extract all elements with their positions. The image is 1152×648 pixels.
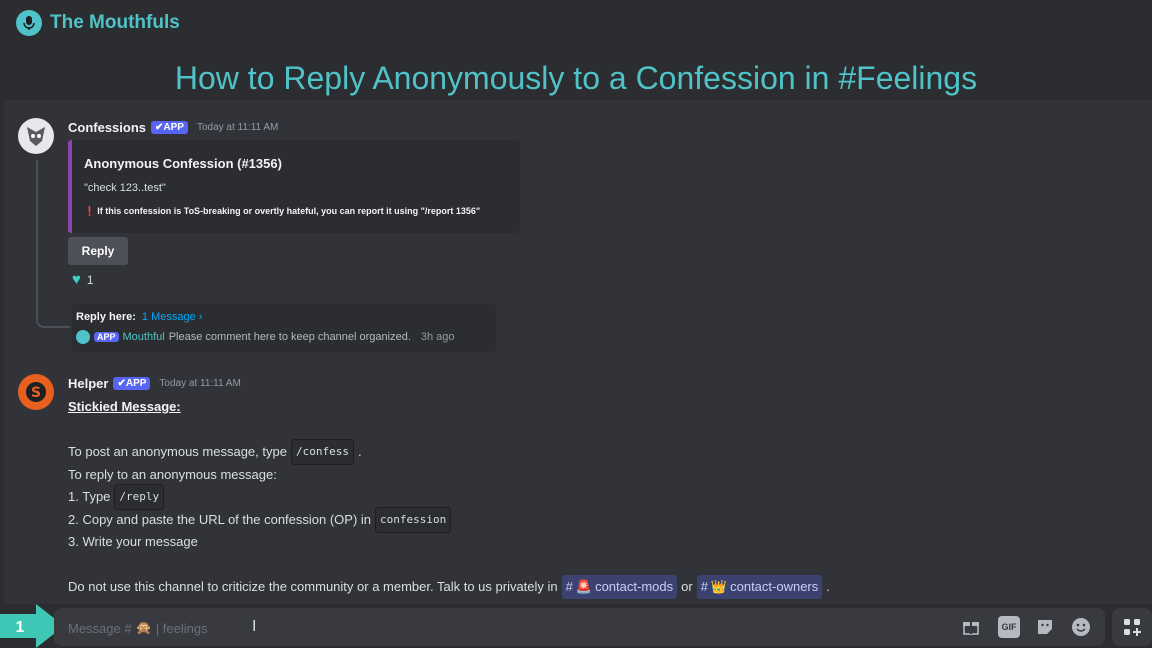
microphone-logo-icon xyxy=(16,10,42,36)
brand: The Mouthfuls xyxy=(16,10,180,36)
mouthful-avatar xyxy=(76,330,90,344)
text: Do not use this channel to criticize the… xyxy=(68,579,558,595)
apps-icon[interactable] xyxy=(1112,608,1152,646)
placeholder-text: Message # xyxy=(68,620,132,636)
thread-link[interactable]: 1 Message › xyxy=(142,311,203,323)
timestamp: Today at 11:11 AM xyxy=(159,378,241,389)
instruction-line: 2. Copy and paste the URL of the confess… xyxy=(68,506,830,533)
instruction-line: 1. Type/reply xyxy=(68,484,830,511)
instruction-line: To post an anonymous message, type/confe… xyxy=(68,439,830,466)
text: 1. Type xyxy=(68,489,111,505)
thread-preview[interactable]: Reply here: 1 Message › APP Mouthful Ple… xyxy=(72,304,496,352)
heart-icon: ♥ xyxy=(72,271,81,288)
text: or xyxy=(681,579,693,595)
instruction-line: 3. Write your message xyxy=(68,531,830,554)
heart-reaction[interactable]: ♥ 1 xyxy=(72,271,94,288)
instruction-line: To reply to an anonymous message: xyxy=(68,464,830,487)
message-input[interactable]: Message # 🙊 | feelings I GIF xyxy=(54,608,1105,646)
text: To post an anonymous message, type xyxy=(68,444,287,460)
siren-icon: 🚨 xyxy=(575,579,593,595)
text: 3. Write your message xyxy=(68,534,198,550)
sticker-icon[interactable] xyxy=(1034,616,1056,638)
step-number: 1 xyxy=(16,619,25,636)
gift-icon[interactable] xyxy=(960,616,982,638)
helper-header: Helper ✔APP Today at 11:11 AM xyxy=(68,376,241,391)
embed-text: "check 123..test" xyxy=(84,182,166,194)
exclamation-icon: ❗ xyxy=(84,206,96,216)
placeholder-channel: | feelings xyxy=(155,620,208,636)
confessions-avatar[interactable] xyxy=(18,118,54,154)
chat-area: Confessions ✔APP Today at 11:11 AM Anony… xyxy=(4,100,1152,604)
brand-name: The Mouthfuls xyxy=(50,12,180,33)
gif-icon[interactable]: GIF xyxy=(998,616,1020,638)
text: . xyxy=(357,444,362,460)
channel-name: contact-mods xyxy=(595,579,674,595)
warning-text: If this confession is ToS-breaking or ov… xyxy=(97,206,481,216)
input-placeholder: Message # 🙊 | feelings xyxy=(68,620,208,636)
text: To reply to an anonymous message: xyxy=(68,466,277,482)
crown-icon: 👑 xyxy=(710,579,728,595)
embed-warning: ❗ If this confession is ToS-breaking or o… xyxy=(84,206,480,217)
emoji-icon[interactable] xyxy=(1070,616,1092,638)
thread-author[interactable]: Mouthful xyxy=(123,331,165,343)
helper-body: Stickied Message: To post an anonymous m… xyxy=(68,396,830,600)
command-code: confession xyxy=(375,506,452,533)
command-code: /confess xyxy=(290,439,354,466)
monkey-icon: 🙊 xyxy=(135,620,152,635)
text: . xyxy=(826,579,830,595)
text: 2. Copy and paste the URL of the confess… xyxy=(68,511,372,527)
app-badge: ✔APP xyxy=(151,121,188,134)
top-banner: The Mouthfuls How to Reply Anonymously t… xyxy=(0,0,1152,100)
instruction-line: Do not use this channel to criticize the… xyxy=(68,575,830,600)
page-title: How to Reply Anonymously to a Confession… xyxy=(174,60,978,96)
svg-text:S: S xyxy=(31,385,41,401)
helper-avatar[interactable]: S xyxy=(18,374,54,410)
thread-time: 3h ago xyxy=(420,331,455,343)
channel-mention-contact-owners[interactable]: # 👑 contact-owners xyxy=(696,575,823,600)
channel-mention-contact-mods[interactable]: # 🚨 contact-mods xyxy=(561,575,678,600)
confessions-header: Confessions ✔APP Today at 11:11 AM xyxy=(68,120,278,135)
thread-connector xyxy=(36,160,70,328)
command-code: /reply xyxy=(114,484,165,511)
reply-button[interactable]: Reply xyxy=(68,237,128,265)
author-name[interactable]: Confessions xyxy=(68,120,146,135)
confession-embed: Anonymous Confession (#1356) "check 123.… xyxy=(68,140,520,233)
channel-name: contact-owners xyxy=(730,579,819,595)
text-cursor-icon: I xyxy=(252,618,257,635)
thread-label: Reply here: xyxy=(76,311,136,323)
app-badge: APP xyxy=(94,332,119,342)
sticky-heading: Stickied Message: xyxy=(68,399,181,415)
app-badge: ✔APP xyxy=(113,377,151,390)
thread-text: Please comment here to keep channel orga… xyxy=(168,331,411,343)
embed-title: Anonymous Confession (#1356) xyxy=(84,156,282,171)
reaction-count: 1 xyxy=(86,272,94,287)
timestamp: Today at 11:11 AM xyxy=(196,122,279,133)
author-name[interactable]: Helper xyxy=(68,376,108,391)
